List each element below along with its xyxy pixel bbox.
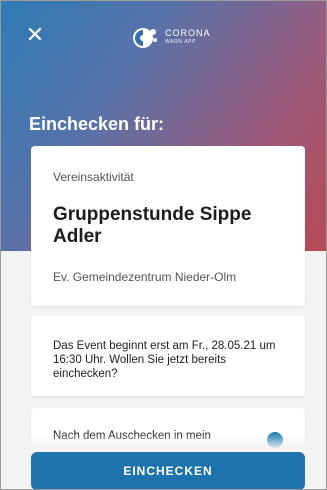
page-title: Einchecken für: [29, 114, 165, 134]
event-start-info-text: Das Event beginnt erst am Fr., 28.05.21 … [53, 340, 276, 380]
event-card: Vereinsaktivität Gruppenstunde Sippe Adl… [31, 146, 305, 306]
app-logo: CORONA WARN APP [131, 25, 211, 51]
event-location: Ev. Gemeindezentrum Nieder-Olm [53, 270, 237, 284]
event-start-info-card: Das Event beginnt erst am Fr., 28.05.21 … [31, 316, 305, 396]
event-name: Gruppenstunde Sippe Adler [53, 204, 252, 247]
logo-name: CORONA [165, 28, 211, 38]
logo-sub: WARN APP [165, 39, 197, 45]
corona-warn-app-logo-icon [133, 28, 157, 48]
logo-text: CORONA WARN APP [165, 29, 211, 47]
event-type: Vereinsaktivität [53, 170, 134, 184]
checkin-button[interactable]: EINCHECKEN [31, 452, 305, 489]
app-screen: ✕ CORONA WARN APP Einchecken für: Verein… [0, 0, 327, 490]
close-icon[interactable]: ✕ [23, 23, 47, 47]
